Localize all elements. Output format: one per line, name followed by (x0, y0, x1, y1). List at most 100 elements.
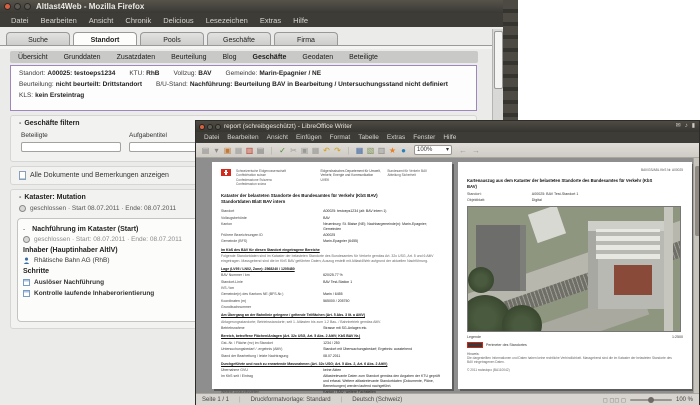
print-icon[interactable]: ▤ (255, 144, 266, 157)
nachfuehrung-title: Nachführung im Kataster (Start) (32, 226, 139, 233)
chart-icon[interactable]: ▥ (376, 144, 387, 157)
menu-item[interactable]: Ansicht (263, 134, 292, 141)
map-title: Kartenauszug aus dem Kataster der belast… (467, 178, 653, 189)
new-document-icon[interactable]: ▤ (200, 144, 211, 157)
style-indicator[interactable]: Druckformatvorlage: Standard (251, 397, 331, 403)
scrollbar-thumb[interactable] (694, 166, 699, 236)
battery-indicator-icon[interactable]: ▮ (692, 121, 695, 132)
task-icon (23, 289, 30, 297)
menu-item[interactable]: Extras (254, 16, 287, 25)
menu-item[interactable]: Format (326, 134, 355, 141)
cut-icon[interactable]: ✂ (288, 144, 299, 157)
building-light (527, 206, 567, 244)
firefox-titlebar[interactable]: Altlast4Web - Mozilla Firefox (0, 0, 518, 13)
separator[interactable]: | (266, 144, 277, 157)
documents-link[interactable]: Alle Dokumente und Bemerkungen anzeigen (30, 172, 169, 179)
collapse-icon[interactable]: - (23, 226, 25, 233)
schritt-row[interactable]: Kontrolle laufende Inhaberorientierung ✓ (23, 289, 209, 297)
person-icon (23, 257, 30, 264)
view-layout-icons[interactable]: ◻ ◻◻ ◻ (603, 397, 626, 404)
report-line: Betriebsnahme Strasse mit SG-Anlagen etc… (221, 326, 368, 331)
redo-icon[interactable]: ↷ (332, 144, 343, 157)
writer-scrollbar[interactable] (693, 158, 699, 393)
zoom-indicator[interactable]: 100 % (676, 397, 693, 403)
report-line: Übernahme GVU keine Akten (221, 368, 342, 373)
window-minimize-button[interactable] (14, 3, 21, 10)
window-close-button[interactable] (199, 123, 205, 130)
report-line: BAV Nummer / km 620/25.77 % (221, 273, 343, 278)
window-maximize-button[interactable] (24, 3, 31, 10)
back-icon[interactable]: ← (457, 146, 469, 155)
copy-icon[interactable]: ▣ (299, 144, 310, 157)
menu-item[interactable]: Ansicht (83, 16, 120, 25)
sub-tab[interactable]: Grunddaten (56, 54, 109, 61)
writer-titlebar[interactable]: report (schreibgeschützt) - LibreOffice … (196, 121, 699, 132)
copyright-line: © 2011 swisstopo (BA110042) (467, 367, 510, 372)
report-line: Koordinaten (m) 565000 / 205750 (221, 298, 350, 303)
sub-tab[interactable]: Beteiligte (341, 54, 386, 61)
window-maximize-button[interactable] (215, 123, 221, 130)
menu-item[interactable]: Hilfe (287, 16, 314, 25)
table-icon[interactable]: ▦ (354, 144, 365, 157)
menu-item[interactable]: Extras (383, 134, 409, 141)
info-line-2: Beurteilung: nicht beurteilt: Drittstando… (19, 81, 448, 88)
save-icon[interactable]: ▦ (233, 144, 244, 157)
paste-icon[interactable]: ▦ (310, 144, 321, 157)
open-icon[interactable]: ▣ (222, 144, 233, 157)
report-line: Untersuchungsbedarf / -ergebnis (AltlV) … (221, 347, 413, 352)
scrollbar-thumb[interactable] (494, 31, 503, 89)
zoom-select[interactable]: 100% ▾ (414, 145, 452, 155)
dropdown-caret-icon[interactable]: ▾ (211, 144, 222, 157)
tray-icons: ✉ ♪ ▮ (676, 121, 695, 132)
sub-tab[interactable]: Geschäfte (245, 54, 295, 61)
sub-tab[interactable]: Blog (215, 54, 245, 61)
report-line: Stand der Bearbeitung / letzte Nachtragu… (221, 353, 341, 358)
collapse-icon[interactable]: - (19, 194, 21, 201)
schritt-row[interactable]: Auslöser Nachführung ✓ (23, 278, 209, 286)
menu-item[interactable]: Einfügen (292, 134, 326, 141)
sub-tab[interactable]: Übersicht (10, 54, 56, 61)
document-header: Schweizerische Eidgenossenschaft Confédé… (221, 169, 443, 186)
beteiligte-label: Beteiligte (21, 132, 48, 139)
page-indicator[interactable]: Seite 1 / 1 (202, 397, 229, 403)
zoom-slider-knob[interactable] (647, 397, 654, 403)
beteiligte-input[interactable] (21, 142, 121, 152)
menu-item[interactable]: Bearbeiten (35, 16, 83, 25)
sub-tab[interactable]: Beurteilung (163, 54, 214, 61)
menu-item[interactable]: Datei (5, 16, 35, 25)
sub-tab[interactable]: Geodaten (294, 54, 341, 61)
window-minimize-button[interactable] (207, 123, 213, 130)
page-reference: BAV/GS/ABL KbS Nr. A00025 (641, 168, 683, 172)
forward-icon[interactable]: → (470, 146, 482, 155)
language-indicator[interactable]: Deutsch (Schweiz) (352, 397, 402, 403)
menu-item[interactable]: Hilfe (439, 134, 460, 141)
menu-item[interactable]: Bearbeiten (223, 134, 262, 141)
menu-item[interactable]: Lesezeichen (200, 16, 254, 25)
writer-toolbar: ▤ ▾ ▣ ▦ ▥ ▤ | ✓ ✂ ▣ ▦ ↶ ↷ | ▦ ▧ ▥ ★ ● 100% ▾ ← → (196, 143, 699, 158)
legend-item: Perimeter des Standortes (467, 341, 683, 348)
status-icon (23, 236, 30, 243)
document-icon (19, 171, 26, 180)
sub-tab[interactable]: Zusatzdaten (109, 54, 164, 61)
tab-divider (0, 45, 503, 49)
mail-indicator-icon[interactable]: ✉ (676, 121, 681, 132)
collapse-icon[interactable]: - (19, 120, 21, 127)
fontwork-icon[interactable]: ★ (387, 144, 398, 157)
image-icon[interactable]: ▧ (365, 144, 376, 157)
window-close-button[interactable] (4, 3, 11, 10)
menu-item[interactable]: Chronik (119, 16, 157, 25)
separator[interactable]: | (343, 144, 354, 157)
report-line: Im KbS seit / Eintrag Altlastrelevante D… (221, 374, 440, 388)
menu-item[interactable]: Tabelle (354, 134, 383, 141)
pdf-export-icon[interactable]: ▥ (244, 144, 255, 157)
inhaber-value[interactable]: Rhätische Bahn AG (RhB) (34, 257, 110, 264)
spellcheck-icon[interactable]: ✓ (277, 144, 288, 157)
sound-indicator-icon[interactable]: ♪ (685, 121, 688, 132)
menu-item[interactable]: Fenster (409, 134, 439, 141)
menu-item[interactable]: Delicious (157, 16, 199, 25)
menu-item[interactable]: Datei (200, 134, 223, 141)
hyperlink-icon[interactable]: ● (398, 144, 409, 157)
report-line: Ablagerungsstandorte; Betriebsstandorte;… (221, 319, 381, 324)
zoom-slider[interactable] (629, 397, 672, 403)
undo-icon[interactable]: ↶ (321, 144, 332, 157)
